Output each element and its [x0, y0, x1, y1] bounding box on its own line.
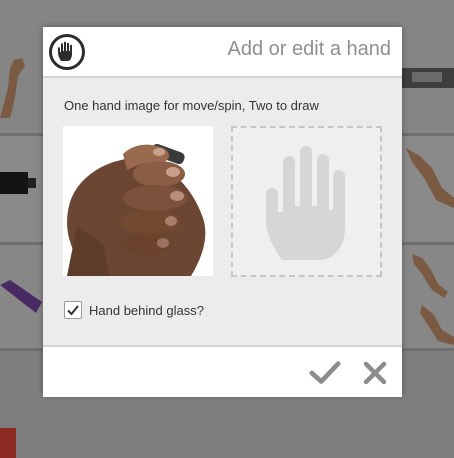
hand-image-slot-2[interactable] [231, 126, 382, 277]
cancel-button[interactable] [359, 357, 391, 389]
checkmark-icon [309, 361, 341, 384]
confirm-button[interactable] [309, 357, 341, 389]
dialog-header: Add or edit a hand [43, 27, 402, 78]
background-tool-thumbnail [402, 68, 454, 88]
dialog-footer [43, 345, 402, 397]
background-hand-thumbnail [420, 305, 454, 345]
hand-placeholder-icon [265, 145, 345, 260]
hand-behind-glass-label: Hand behind glass? [89, 302, 204, 318]
background-hand-thumbnail [406, 148, 454, 208]
background-marker-thumbnail [0, 280, 42, 313]
background-marker-thumbnail [0, 172, 36, 194]
close-icon [363, 361, 387, 385]
background-hand-thumbnail [0, 58, 25, 118]
add-hand-dialog: Add or edit a hand One hand image for mo… [43, 27, 402, 397]
dialog-description: One hand image for move/spin, Two to dra… [64, 98, 319, 113]
background-hand-thumbnail [412, 254, 448, 298]
hand-behind-glass-option[interactable]: Hand behind glass? [64, 301, 204, 319]
hand-image-slot-1[interactable] [63, 126, 213, 276]
checkmark-icon [67, 305, 79, 316]
background-red-button [0, 428, 16, 458]
hand-photo [67, 143, 206, 276]
hand-behind-glass-checkbox[interactable] [64, 301, 82, 319]
dialog-title: Add or edit a hand [227, 38, 391, 60]
hand-stop-icon [49, 34, 85, 70]
